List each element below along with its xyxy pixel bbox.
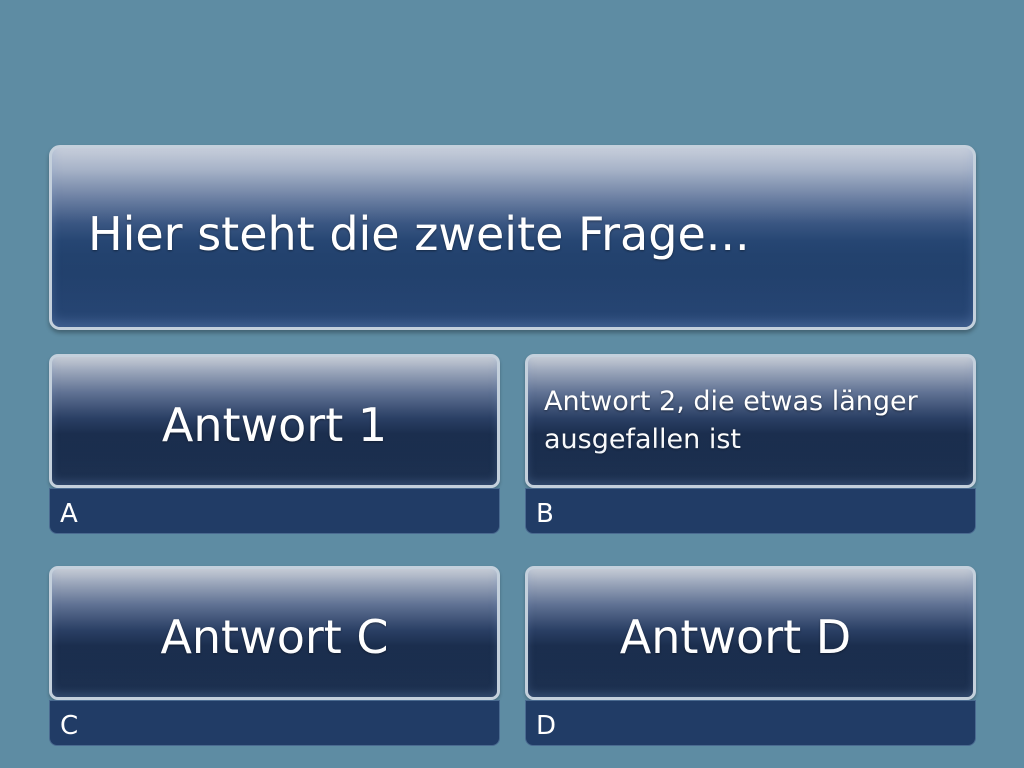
answer-letter-a-text: A bbox=[60, 499, 78, 529]
answer-button-a[interactable]: Antwort 1 bbox=[49, 354, 500, 488]
question-box: Hier steht die zweite Frage... bbox=[49, 145, 976, 330]
answer-button-d[interactable]: Antwort D bbox=[525, 566, 976, 700]
answer-letter-b: B bbox=[525, 488, 976, 534]
answer-letter-c: C bbox=[49, 700, 500, 746]
answer-letter-c-text: C bbox=[60, 711, 79, 741]
answer-label-d: Antwort D bbox=[619, 610, 852, 664]
answer-letter-d: D bbox=[525, 700, 976, 746]
answer-button-c[interactable]: Antwort C bbox=[49, 566, 500, 700]
answer-button-b[interactable]: Antwort 2, die etwas länger ausgefallen … bbox=[525, 354, 976, 488]
answer-letter-d-text: D bbox=[536, 711, 557, 741]
answer-label-c: Antwort C bbox=[160, 610, 389, 664]
answer-letter-b-text: B bbox=[536, 499, 554, 529]
answer-letter-a: A bbox=[49, 488, 500, 534]
answer-label-b: Antwort 2, die etwas länger ausgefallen … bbox=[544, 386, 918, 455]
answer-label-a: Antwort 1 bbox=[161, 398, 388, 452]
question-text: Hier steht die zweite Frage... bbox=[88, 207, 750, 261]
